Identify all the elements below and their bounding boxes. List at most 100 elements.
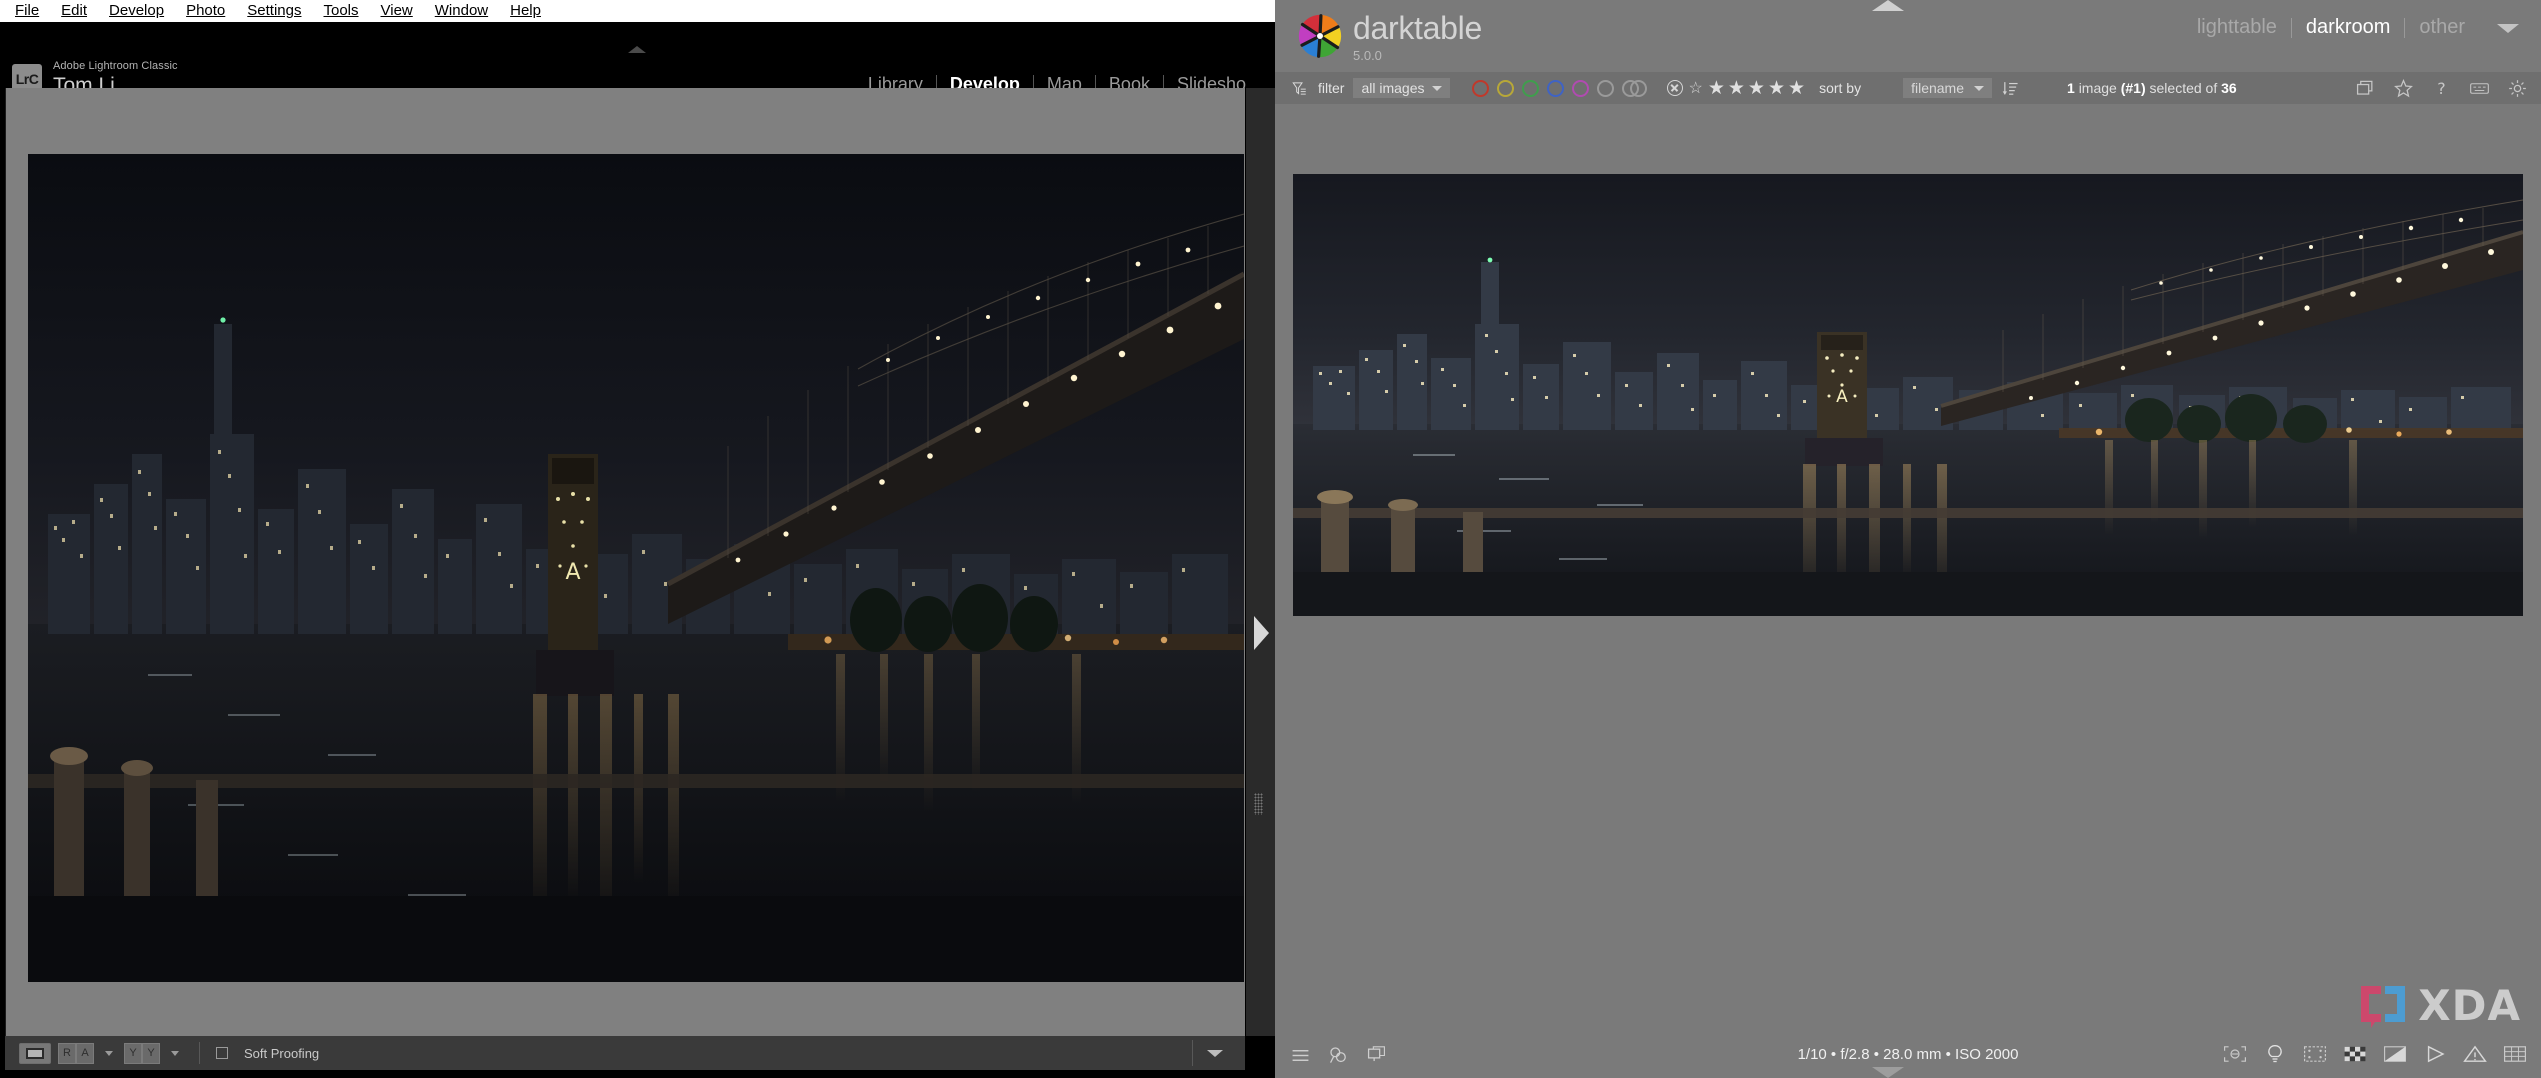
sort-by-label: sort by xyxy=(1819,80,1862,96)
darktable-logo-icon xyxy=(1298,14,1342,58)
selected-index: (#1) xyxy=(2120,80,2146,96)
image-word: image xyxy=(2078,80,2117,96)
view-switcher: lighttable darkroom other xyxy=(2183,16,2479,39)
darktable-window: darktable 5.0.0 lighttable darkroom othe… xyxy=(1275,0,2541,1078)
menu-edit[interactable]: Edit xyxy=(50,0,98,22)
star-1-icon[interactable]: ★ xyxy=(1708,79,1725,98)
sort-direction-icon[interactable] xyxy=(2002,80,2019,97)
star-3-icon[interactable]: ★ xyxy=(1748,79,1765,98)
darktable-brand: darktable 5.0.0 xyxy=(1353,10,1482,62)
soft-proofing-checkbox[interactable] xyxy=(216,1047,228,1059)
gamut-check-icon[interactable] xyxy=(2383,1044,2407,1064)
lightroom-bottom-toolbar: R A Y Y Soft Proofing xyxy=(5,1036,1245,1070)
toolbar-divider xyxy=(199,1042,200,1064)
toolbar-collapse-caret-icon[interactable] xyxy=(1207,1049,1223,1057)
darktable-photo-preview[interactable]: A xyxy=(1293,174,2523,616)
sort-field-label: filename xyxy=(1911,80,1964,96)
total-count: 36 xyxy=(2221,80,2237,96)
color-label-split-icon[interactable] xyxy=(1622,79,1648,97)
menu-window[interactable]: Window xyxy=(424,0,499,22)
color-label-red[interactable] xyxy=(1472,79,1490,97)
rating-filter: ☆ ★ ★ ★ ★ ★ xyxy=(1667,78,1805,98)
overlays-star-icon[interactable] xyxy=(2394,78,2413,98)
menu-tools[interactable]: Tools xyxy=(312,0,369,22)
menu-photo[interactable]: Photo xyxy=(175,0,236,22)
view-switcher-dropdown-caret-icon[interactable] xyxy=(2497,24,2519,33)
top-panel-collapse-arrow-icon[interactable] xyxy=(628,46,646,53)
svg-text:A: A xyxy=(565,560,580,585)
menu-view[interactable]: View xyxy=(370,0,424,22)
help-icon[interactable]: ? xyxy=(2432,79,2451,98)
star-2-icon[interactable]: ★ xyxy=(1728,79,1745,98)
selected-count: 1 xyxy=(2067,80,2075,96)
darkroom-toggle-group xyxy=(2223,1044,2527,1064)
before-label: R xyxy=(58,1042,76,1064)
unstarred-filter-icon[interactable]: ☆ xyxy=(1688,78,1702,98)
color-label-gray[interactable] xyxy=(1597,79,1615,97)
lightroom-right-panel-collapsed[interactable] xyxy=(1245,88,1275,1036)
lightroom-menubar: File Edit Develop Photo Settings Tools V… xyxy=(0,0,1275,22)
darkroom-center-view: A xyxy=(1275,104,2541,1034)
before-after-button[interactable]: R A xyxy=(58,1042,94,1064)
filter-value-dropdown[interactable]: all images xyxy=(1353,78,1451,98)
lightroom-photo-preview[interactable]: A xyxy=(28,154,1244,982)
soft-proofing-label: Soft Proofing xyxy=(244,1045,320,1061)
grid-overlay-icon[interactable] xyxy=(2503,1044,2527,1064)
grouping-icon[interactable] xyxy=(2356,79,2375,98)
menu-develop[interactable]: Develop xyxy=(98,0,175,22)
svg-text:A: A xyxy=(1836,387,1848,407)
chevron-down-icon xyxy=(1432,85,1443,91)
crop-guides-icon[interactable] xyxy=(2303,1044,2327,1064)
star-4-icon[interactable]: ★ xyxy=(1768,79,1785,98)
before-after-dropdown-caret-icon[interactable] xyxy=(105,1050,113,1056)
lighting-bulb-icon[interactable] xyxy=(2263,1044,2287,1064)
menu-file[interactable]: File xyxy=(4,0,50,22)
darktable-footer: 1/10 • f/2.8 • 28.0 mm • ISO 2000 xyxy=(1275,1034,2541,1078)
compare-right-label: Y xyxy=(142,1042,160,1064)
right-panel-expand-arrow-icon[interactable] xyxy=(1254,616,1269,650)
color-label-green[interactable] xyxy=(1522,79,1540,97)
after-label: A xyxy=(76,1042,94,1064)
view-other[interactable]: other xyxy=(2405,16,2479,39)
clipping-checker-icon[interactable] xyxy=(2343,1044,2367,1064)
darktable-top-panel-collapse-arrow-icon[interactable] xyxy=(1872,0,1904,11)
compare-dropdown-caret-icon[interactable] xyxy=(171,1050,179,1056)
xda-logo-icon xyxy=(2361,985,2406,1028)
preferences-gear-icon[interactable] xyxy=(2508,79,2527,98)
color-label-purple[interactable] xyxy=(1572,79,1590,97)
view-lighttable[interactable]: lighttable xyxy=(2183,16,2291,39)
menu-help[interactable]: Help xyxy=(499,0,552,22)
color-label-blue[interactable] xyxy=(1547,79,1565,97)
toolbar-right-divider xyxy=(1192,1040,1193,1066)
lightroom-top-bar: LrC Adobe Lightroom Classic Tom Li Libra… xyxy=(0,22,1275,97)
focus-peaking-icon[interactable] xyxy=(2223,1044,2247,1064)
svg-text:?: ? xyxy=(2437,79,2445,98)
darktable-name-label: darktable xyxy=(1353,10,1482,46)
raw-overexposed-icon[interactable] xyxy=(2423,1044,2447,1064)
sort-field-dropdown[interactable]: filename xyxy=(1903,78,1992,98)
photo-brooklyn-bridge-night-edited: A xyxy=(1293,174,2523,616)
lightroom-window: File Edit Develop Photo Settings Tools V… xyxy=(0,0,1275,1078)
filter-value-label: all images xyxy=(1361,80,1425,96)
reject-filter-icon[interactable] xyxy=(1667,80,1684,96)
filter-label: filter xyxy=(1318,80,1345,96)
selected-of-word: selected of xyxy=(2149,80,2218,96)
view-darkroom[interactable]: darkroom xyxy=(2292,16,2404,39)
shortcuts-keyboard-icon[interactable] xyxy=(2470,79,2489,98)
star-5-icon[interactable]: ★ xyxy=(1788,79,1805,98)
color-label-filters xyxy=(1472,79,1648,97)
menu-settings[interactable]: Settings xyxy=(236,0,312,22)
xda-watermark: XDA xyxy=(2359,981,2521,1030)
overexposed-warning-icon[interactable] xyxy=(2463,1044,2487,1064)
lightroom-canvas: A xyxy=(5,88,1270,1036)
darktable-bottom-panel-collapse-arrow-icon[interactable] xyxy=(1872,1067,1904,1078)
compare-view-button[interactable]: Y Y xyxy=(124,1042,160,1064)
chevron-down-icon xyxy=(1974,85,1984,91)
panel-grip-dots-icon xyxy=(1254,793,1263,815)
filter-funnel-icon[interactable] xyxy=(1291,81,1308,96)
loupe-view-button[interactable] xyxy=(19,1042,51,1064)
app-name-label: Adobe Lightroom Classic xyxy=(53,60,178,72)
xda-wordmark: XDA xyxy=(2418,981,2521,1030)
header-icon-group: ? xyxy=(2356,78,2527,98)
color-label-yellow[interactable] xyxy=(1497,79,1515,97)
